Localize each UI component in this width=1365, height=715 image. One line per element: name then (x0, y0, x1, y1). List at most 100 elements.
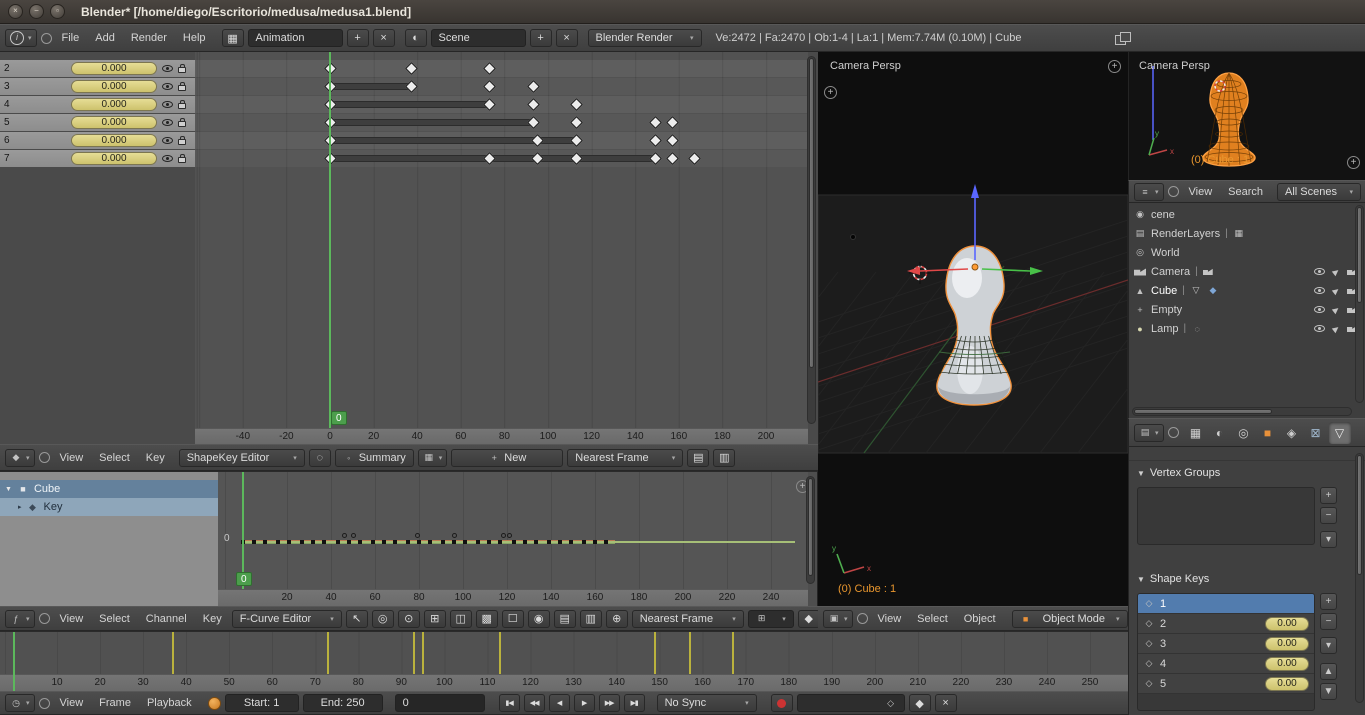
menu-view[interactable]: View (1183, 186, 1219, 198)
fcurve-keyframe[interactable] (417, 540, 421, 544)
scrollbar-thumb[interactable] (1357, 455, 1362, 575)
restrict-select-icon[interactable] (1332, 324, 1340, 332)
current-frame-line[interactable] (13, 632, 15, 691)
fcurve-keyframe[interactable] (300, 540, 304, 544)
editor-mode-dropdown[interactable]: F-Curve Editor▾ (232, 610, 342, 628)
outliner-item[interactable]: ▤RenderLayers|▦ (1129, 224, 1365, 243)
expand-icon[interactable]: ▼ (5, 486, 12, 493)
scene-add-button[interactable]: + (530, 29, 552, 47)
menu-add[interactable]: Add (89, 32, 121, 44)
fcurve-keyframe[interactable] (371, 540, 375, 544)
shape-keys-panel-header[interactable]: ▼ Shape Keys (1137, 573, 1209, 585)
fcurve-keyframe[interactable] (523, 540, 527, 544)
menu-file[interactable]: File (56, 32, 86, 44)
editor-type-button[interactable]: i▾ (5, 29, 37, 47)
tab-modifiers[interactable]: ⊠ (1305, 422, 1327, 444)
mode-dropdown[interactable]: ■Object Mode▾ (1012, 610, 1128, 628)
restrict-view-icon[interactable] (1314, 325, 1325, 332)
editor-mode-dropdown[interactable]: ShapeKey Editor▾ (179, 449, 305, 467)
shapekey-value-slider[interactable]: 0.00 (1265, 617, 1309, 631)
viewport-canvas[interactable]: x y (818, 52, 1128, 606)
ghost-icon[interactable]: ◌ (309, 449, 331, 467)
fcurve-keyframe[interactable] (336, 540, 340, 544)
screen-layout-unlink-button[interactable]: × (373, 29, 395, 47)
end-frame-field[interactable]: End: 250 (303, 694, 383, 712)
visibility-eye-icon[interactable] (162, 119, 173, 126)
copy-keyframes-icon[interactable]: ▤ (687, 449, 709, 467)
dopesheet-channel-row[interactable]: 40.000 (0, 96, 195, 113)
remove-vertex-group-button[interactable]: − (1320, 507, 1337, 524)
tab-data[interactable]: ▽ (1329, 422, 1351, 444)
outliner-item[interactable]: ◉cene (1129, 205, 1365, 224)
move-shapekey-down-button[interactable]: ▼ (1320, 683, 1337, 700)
vertex-groups-panel-header[interactable]: ▼ Vertex Groups (1137, 467, 1220, 479)
cursor-tool-icon[interactable]: ↖ (346, 610, 368, 628)
header-context-icon[interactable] (41, 33, 52, 44)
outliner-item[interactable]: +Empty (1129, 300, 1365, 319)
outliner-hscrollbar[interactable] (1132, 407, 1352, 416)
fcurve-keyframe[interactable] (347, 540, 351, 544)
ghost-curves-icon[interactable]: ⊞ (424, 610, 446, 628)
properties-editor[interactable]: ▼ Vertex Groups + − ▾ ▼ Shape Keys ◇1◇20… (1128, 447, 1365, 715)
collapse-region-icon[interactable]: + (824, 86, 837, 99)
shapekey-list-item[interactable]: ◇50.00 (1138, 674, 1314, 694)
menu-view[interactable]: View (872, 613, 908, 625)
window-close-button[interactable]: × (8, 4, 23, 19)
move-shapekey-up-button[interactable]: ▲ (1320, 663, 1337, 680)
dopesheet-ruler[interactable]: -40-20020406080100120140160180200 (195, 428, 808, 444)
channel-value-slider[interactable]: 0.000 (71, 152, 157, 165)
active-keying-set-field[interactable]: ◇ (797, 694, 905, 712)
lock-icon[interactable] (178, 103, 186, 109)
shape-keys-list[interactable]: ◇1◇20.00◇30.00◇40.00◇50.00 (1137, 593, 1315, 711)
dopesheet-channel-row[interactable]: 20.000 (0, 60, 195, 77)
visibility-eye-icon[interactable] (162, 155, 173, 162)
graph-editor[interactable]: 20406080100120140160180200220240 0 0 + ▼… (0, 471, 818, 606)
current-frame-line[interactable] (329, 52, 331, 428)
window-minimize-button[interactable]: − (29, 4, 44, 19)
panel-expand-icon[interactable]: ▼ (1137, 575, 1145, 584)
screen-layout-add-button[interactable]: + (347, 29, 369, 47)
shapekey-value-slider[interactable]: 0.00 (1265, 637, 1309, 651)
render-engine-dropdown[interactable]: Blender Render▾ (588, 29, 702, 47)
dopesheet-channel-row[interactable]: 50.000 (0, 114, 195, 131)
fcurve-keyframe[interactable] (441, 540, 445, 544)
add-vertex-group-button[interactable]: + (1320, 487, 1337, 504)
graph-ruler[interactable]: 20406080100120140160180200220240 (218, 589, 808, 606)
editor-type-button[interactable]: ◷▾ (5, 694, 35, 712)
channel-value-slider[interactable]: 0.000 (71, 116, 157, 129)
screen-layout-name-field[interactable]: Animation (248, 29, 343, 47)
dopesheet-editor[interactable]: 20.00030.00040.00050.00060.00070.000 -40… (0, 52, 819, 444)
editor-type-button[interactable]: ƒ▾ (5, 610, 35, 628)
scrollbar-thumb[interactable] (1134, 409, 1272, 414)
timeline-ruler[interactable]: 1020304050607080901001101201301401501601… (0, 674, 1128, 691)
dopesheet-filter-dropdown[interactable]: ▦▾ (418, 449, 448, 467)
menu-channel[interactable]: Channel (140, 613, 193, 625)
editor-type-button[interactable]: ◆▾ (5, 449, 35, 467)
window-maximize-button[interactable]: ▫ (50, 4, 65, 19)
start-frame-field[interactable]: Start: 1 (225, 694, 299, 712)
remove-shapekey-button[interactable]: − (1320, 613, 1337, 630)
menu-search[interactable]: Search (1222, 186, 1269, 198)
scene-browse-button[interactable]: ◐ (405, 29, 427, 47)
editor-type-button[interactable]: ≡▾ (1134, 183, 1164, 201)
graph-channel-panel[interactable]: ▼ ■ Cube ▸ ◆ Key (0, 472, 218, 606)
snap-mode-dropdown[interactable]: Nearest Frame▾ (632, 610, 744, 628)
header-context-icon[interactable] (1168, 427, 1179, 438)
mesh-data-icon[interactable]: ▽ (1190, 285, 1202, 296)
jump-to-prev-keyframe-button[interactable]: ◀◀ (524, 694, 545, 712)
view-frame-icon[interactable]: ☐ (502, 610, 524, 628)
insert-keyframe-icon[interactable]: ⊕ (606, 610, 628, 628)
graph-scrollbar[interactable] (806, 476, 815, 584)
header-context-icon[interactable] (39, 452, 50, 463)
filter-channels-icon[interactable]: ◫ (450, 610, 472, 628)
fcurve-keyframe[interactable] (287, 540, 291, 544)
camera-data-icon[interactable] (1203, 268, 1213, 275)
jump-to-next-keyframe-button[interactable]: ▶▶ (599, 694, 620, 712)
lock-icon[interactable] (178, 157, 186, 163)
channel-cube[interactable]: ▼ ■ Cube (0, 480, 218, 498)
fcurve-keyframe[interactable] (476, 540, 480, 544)
shapekey-list-item[interactable]: ◇1 (1138, 594, 1314, 614)
play-button[interactable]: ▶ (574, 694, 595, 712)
scene-unlink-button[interactable]: × (556, 29, 578, 47)
insert-keyframe-button[interactable]: ◆ (798, 610, 820, 628)
